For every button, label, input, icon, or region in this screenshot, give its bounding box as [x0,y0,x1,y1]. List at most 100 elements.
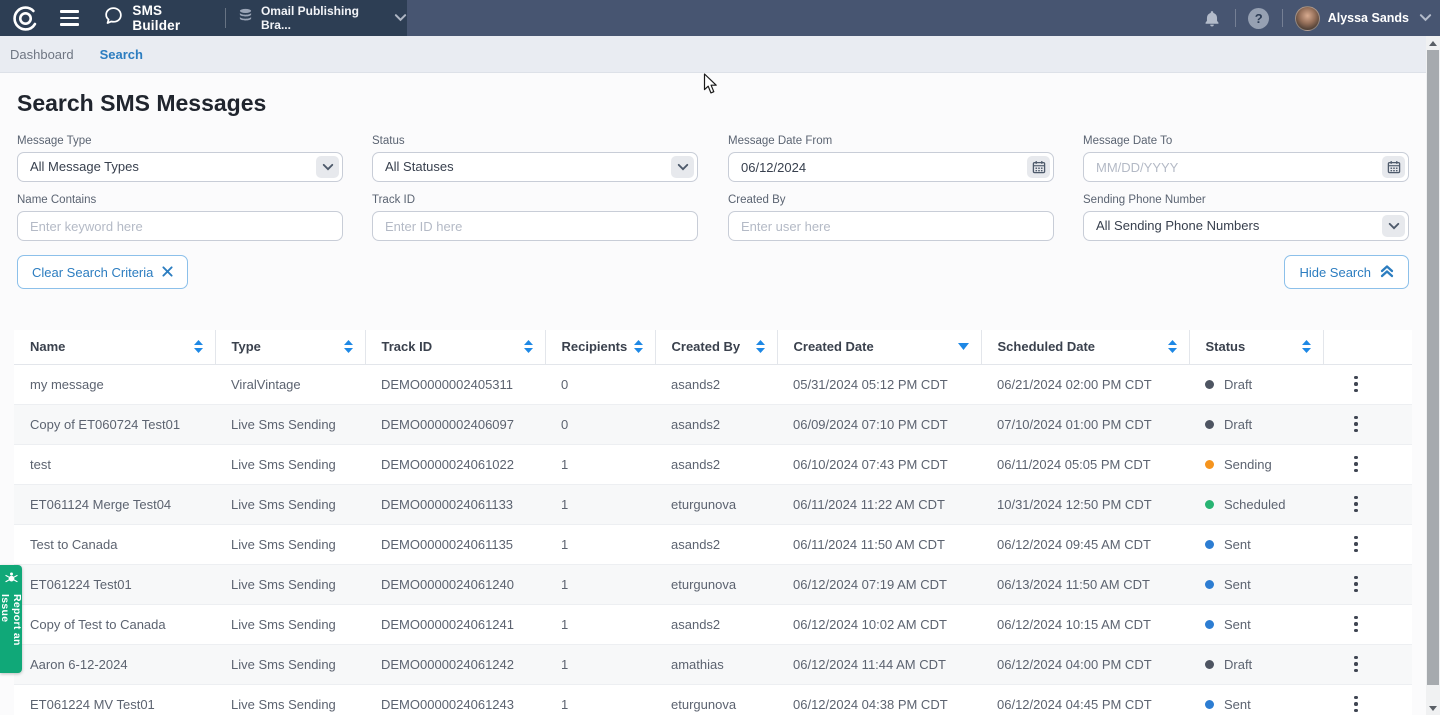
name-contains-input[interactable] [18,212,342,240]
status-select[interactable]: All Statuses [372,152,698,182]
hide-search-button[interactable]: Hide Search [1284,255,1409,289]
status-label: Sent [1224,577,1251,592]
cell-created-date: 06/11/2024 11:22 AM CDT [777,484,981,524]
column-header-created-date[interactable]: Created Date [777,330,981,364]
status-label: Scheduled [1224,497,1285,512]
table-row[interactable]: Test to CanadaLive Sms SendingDEMO000002… [14,524,1412,564]
column-header-type[interactable]: Type [215,330,365,364]
status-dot-icon [1205,700,1214,709]
table-row[interactable]: my messageViralVintageDEMO00000024053110… [14,364,1412,404]
column-header-scheduled-date[interactable]: Scheduled Date [981,330,1189,364]
cell-name: my message [14,364,215,404]
row-actions-kebab-menu-icon[interactable] [1345,652,1367,677]
app-title-group: SMS Builder [103,3,211,33]
calendar-icon[interactable] [1382,156,1405,178]
cell-name: ET061224 Test01 [14,564,215,604]
vertical-scrollbar[interactable] [1426,36,1440,715]
table-row[interactable]: ET061124 Merge Test04Live Sms SendingDEM… [14,484,1412,524]
brand-selector-dropdown[interactable]: Omail Publishing Bra... [238,4,407,32]
cell-recipients: 1 [545,484,655,524]
tab-dashboard[interactable]: Dashboard [10,47,74,62]
row-actions-kebab-menu-icon[interactable] [1345,372,1367,397]
cell-scheduled-date: 06/13/2024 11:50 AM CDT [981,564,1189,604]
nav-divider [225,8,226,28]
cell-name: Copy of ET060724 Test01 [14,404,215,444]
sort-icon [524,340,533,353]
nav-divider [1235,9,1236,27]
scrollbar-down-arrow[interactable] [1426,701,1440,715]
cell-actions [1323,524,1412,564]
chevron-down-icon[interactable] [1382,215,1405,237]
company-logo-icon[interactable] [0,4,51,33]
breadcrumb: Dashboard Search [0,36,1440,73]
user-avatar[interactable] [1295,6,1320,31]
created-by-input[interactable] [729,212,1053,240]
message-date-to-input[interactable] [1084,153,1408,181]
clear-search-criteria-button[interactable]: Clear Search Criteria [17,255,188,289]
message-type-field: Message Type All Message Types [17,135,343,182]
user-menu-chevron-down-icon[interactable] [1419,9,1432,27]
track-id-field: Track ID [372,194,698,241]
column-header-recipients[interactable]: Recipients [545,330,655,364]
table-row[interactable]: Copy of Test to CanadaLive Sms SendingDE… [14,604,1412,644]
status-label: Sent [1224,537,1251,552]
row-actions-kebab-menu-icon[interactable] [1345,452,1367,477]
cell-type: Live Sms Sending [215,564,365,604]
chevron-down-icon[interactable] [316,156,339,178]
cell-recipients: 0 [545,364,655,404]
notifications-bell-icon[interactable] [1195,0,1229,36]
menu-hamburger-icon[interactable] [51,10,90,26]
scrollbar-up-arrow[interactable] [1426,36,1440,50]
row-actions-kebab-menu-icon[interactable] [1345,412,1367,437]
cell-status: Draft [1189,404,1323,444]
column-header-created-by[interactable]: Created By [655,330,777,364]
cell-type: ViralVintage [215,364,365,404]
row-actions-kebab-menu-icon[interactable] [1345,492,1367,517]
column-header-name[interactable]: Name [14,330,215,364]
cell-track-id: DEMO0000024061243 [365,684,545,715]
cell-scheduled-date: 06/11/2024 05:05 PM CDT [981,444,1189,484]
results-table: Name Type Track ID Recipients Created By… [14,330,1412,715]
track-id-input[interactable] [373,212,697,240]
cell-created-by: eturgunova [655,564,777,604]
tab-search[interactable]: Search [100,47,143,62]
cell-track-id: DEMO0000002405311 [365,364,545,404]
sending-phone-number-label: Sending Phone Number [1083,194,1409,206]
column-header-track-id[interactable]: Track ID [365,330,545,364]
cell-track-id: DEMO0000024061133 [365,484,545,524]
table-row[interactable]: Aaron 6-12-2024Live Sms SendingDEMO00000… [14,644,1412,684]
column-header-status[interactable]: Status [1189,330,1323,364]
sending-phone-number-select[interactable]: All Sending Phone Numbers [1083,211,1409,241]
scrollbar-thumb[interactable] [1427,50,1439,685]
row-actions-kebab-menu-icon[interactable] [1345,572,1367,597]
cell-status: Draft [1189,644,1323,684]
column-header-actions [1323,330,1412,364]
row-actions-kebab-menu-icon[interactable] [1345,692,1367,715]
bug-icon [5,571,18,589]
cell-track-id: DEMO0000024061241 [365,604,545,644]
cell-status: Sent [1189,524,1323,564]
calendar-icon[interactable] [1027,156,1050,178]
table-row[interactable]: ET061224 Test01Live Sms SendingDEMO00000… [14,564,1412,604]
table-row[interactable]: ET061224 MV Test01Live Sms SendingDEMO00… [14,684,1412,715]
status-label: Draft [1224,657,1252,672]
table-row[interactable]: Copy of ET060724 Test01Live Sms SendingD… [14,404,1412,444]
report-an-issue-tab[interactable]: Report an Issue [0,565,22,673]
status-label: Sending [1224,457,1272,472]
cell-actions [1323,364,1412,404]
cell-name: Copy of Test to Canada [14,604,215,644]
table-row[interactable]: testLive Sms SendingDEMO00000240610221as… [14,444,1412,484]
message-date-from-field: Message Date From [728,135,1054,182]
cell-status: Sent [1189,564,1323,604]
row-actions-kebab-menu-icon[interactable] [1345,532,1367,557]
top-navbar: SMS Builder Omail Publishing Bra... [0,0,1440,36]
created-by-label: Created By [728,194,1054,206]
row-actions-kebab-menu-icon[interactable] [1345,612,1367,637]
message-date-from-input[interactable] [729,153,1053,181]
cell-created-by: asands2 [655,604,777,644]
cell-created-by: eturgunova [655,484,777,524]
help-icon[interactable]: ? [1242,0,1276,36]
chevron-down-icon[interactable] [671,156,694,178]
cell-recipients: 1 [545,444,655,484]
message-type-select[interactable]: All Message Types [17,152,343,182]
